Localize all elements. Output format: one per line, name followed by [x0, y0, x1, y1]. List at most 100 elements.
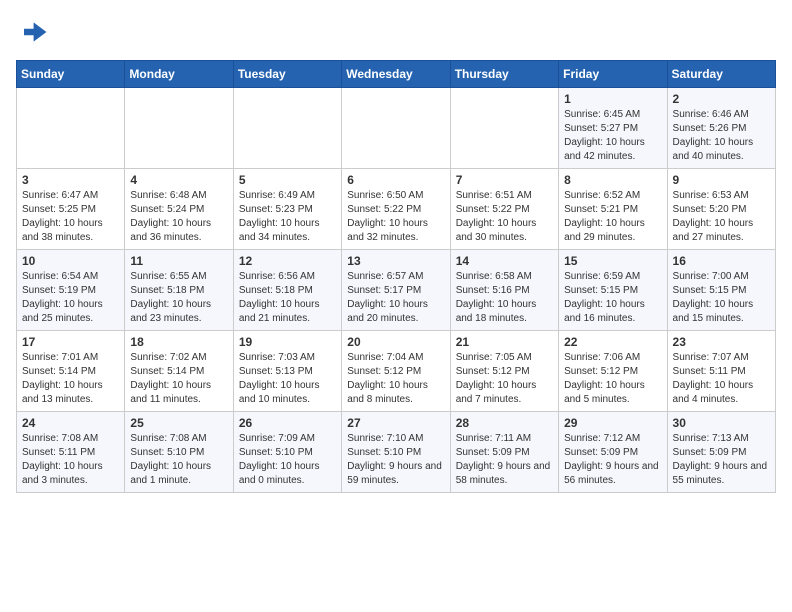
calendar-cell: 15 Sunrise: 6:59 AM Sunset: 5:15 PM Dayli…	[559, 250, 667, 331]
calendar-cell: 29 Sunrise: 7:12 AM Sunset: 5:09 PM Dayli…	[559, 412, 667, 493]
calendar-cell: 17 Sunrise: 7:01 AM Sunset: 5:14 PM Dayli…	[17, 331, 125, 412]
calendar-cell: 5 Sunrise: 6:49 AM Sunset: 5:23 PM Daylig…	[233, 169, 341, 250]
day-number: 29	[564, 416, 661, 430]
calendar-cell	[450, 88, 558, 169]
day-header-tuesday: Tuesday	[233, 61, 341, 88]
day-number: 21	[456, 335, 553, 349]
cell-content: Sunrise: 6:53 AM Sunset: 5:20 PM Dayligh…	[673, 189, 770, 245]
calendar-table: SundayMondayTuesdayWednesdayThursdayFrid…	[16, 60, 776, 493]
cell-content: Sunrise: 6:49 AM Sunset: 5:23 PM Dayligh…	[239, 189, 336, 245]
cell-content: Sunrise: 7:01 AM Sunset: 5:14 PM Dayligh…	[22, 351, 119, 407]
calendar-cell: 23 Sunrise: 7:07 AM Sunset: 5:11 PM Dayli…	[667, 331, 775, 412]
calendar-cell: 2 Sunrise: 6:46 AM Sunset: 5:26 PM Daylig…	[667, 88, 775, 169]
calendar-week-5: 24 Sunrise: 7:08 AM Sunset: 5:11 PM Dayli…	[17, 412, 776, 493]
day-number: 18	[130, 335, 227, 349]
calendar-cell: 9 Sunrise: 6:53 AM Sunset: 5:20 PM Daylig…	[667, 169, 775, 250]
day-number: 16	[673, 254, 770, 268]
page-header	[16, 16, 776, 48]
cell-content: Sunrise: 7:05 AM Sunset: 5:12 PM Dayligh…	[456, 351, 553, 407]
calendar-cell: 30Sunrise: 7:13 AM Sunset: 5:09 PM Dayli…	[667, 412, 775, 493]
day-number: 23	[673, 335, 770, 349]
day-header-wednesday: Wednesday	[342, 61, 450, 88]
calendar-cell: 24 Sunrise: 7:08 AM Sunset: 5:11 PM Dayli…	[17, 412, 125, 493]
calendar-cell: 21 Sunrise: 7:05 AM Sunset: 5:12 PM Dayli…	[450, 331, 558, 412]
day-number: 6	[347, 173, 444, 187]
day-number: 17	[22, 335, 119, 349]
cell-content: Sunrise: 6:56 AM Sunset: 5:18 PM Dayligh…	[239, 270, 336, 326]
header-row: SundayMondayTuesdayWednesdayThursdayFrid…	[17, 61, 776, 88]
cell-content: Sunrise: 6:50 AM Sunset: 5:22 PM Dayligh…	[347, 189, 444, 245]
cell-content: Sunrise: 6:46 AM Sunset: 5:26 PM Dayligh…	[673, 108, 770, 164]
cell-content: Sunrise: 6:55 AM Sunset: 5:18 PM Dayligh…	[130, 270, 227, 326]
calendar-week-1: 1 Sunrise: 6:45 AM Sunset: 5:27 PM Daylig…	[17, 88, 776, 169]
day-number: 28	[456, 416, 553, 430]
day-header-monday: Monday	[125, 61, 233, 88]
cell-content: Sunrise: 6:47 AM Sunset: 5:25 PM Dayligh…	[22, 189, 119, 245]
cell-content: Sunrise: 7:06 AM Sunset: 5:12 PM Dayligh…	[564, 351, 661, 407]
day-header-friday: Friday	[559, 61, 667, 88]
cell-content: Sunrise: 7:10 AM Sunset: 5:10 PM Dayligh…	[347, 432, 444, 488]
cell-content: Sunrise: 7:09 AM Sunset: 5:10 PM Dayligh…	[239, 432, 336, 488]
day-number: 2	[673, 92, 770, 106]
calendar-cell: 13 Sunrise: 6:57 AM Sunset: 5:17 PM Dayli…	[342, 250, 450, 331]
day-number: 5	[239, 173, 336, 187]
calendar-cell: 28 Sunrise: 7:11 AM Sunset: 5:09 PM Dayli…	[450, 412, 558, 493]
cell-content: Sunrise: 7:12 AM Sunset: 5:09 PM Dayligh…	[564, 432, 661, 488]
day-number: 22	[564, 335, 661, 349]
calendar-cell: 1 Sunrise: 6:45 AM Sunset: 5:27 PM Daylig…	[559, 88, 667, 169]
calendar-cell: 12 Sunrise: 6:56 AM Sunset: 5:18 PM Dayli…	[233, 250, 341, 331]
day-number: 13	[347, 254, 444, 268]
cell-content: Sunrise: 7:08 AM Sunset: 5:10 PM Dayligh…	[130, 432, 227, 488]
logo	[16, 16, 52, 48]
calendar-cell: 11 Sunrise: 6:55 AM Sunset: 5:18 PM Dayli…	[125, 250, 233, 331]
cell-content: Sunrise: 6:54 AM Sunset: 5:19 PM Dayligh…	[22, 270, 119, 326]
day-number: 11	[130, 254, 227, 268]
day-number: 26	[239, 416, 336, 430]
day-number: 8	[564, 173, 661, 187]
cell-content: Sunrise: 6:59 AM Sunset: 5:15 PM Dayligh…	[564, 270, 661, 326]
cell-content: Sunrise: 6:57 AM Sunset: 5:17 PM Dayligh…	[347, 270, 444, 326]
calendar-cell: 4 Sunrise: 6:48 AM Sunset: 5:24 PM Daylig…	[125, 169, 233, 250]
calendar-cell: 14 Sunrise: 6:58 AM Sunset: 5:16 PM Dayli…	[450, 250, 558, 331]
day-number: 1	[564, 92, 661, 106]
calendar-cell: 22 Sunrise: 7:06 AM Sunset: 5:12 PM Dayli…	[559, 331, 667, 412]
day-number: 24	[22, 416, 119, 430]
day-number: 27	[347, 416, 444, 430]
calendar-cell: 19 Sunrise: 7:03 AM Sunset: 5:13 PM Dayli…	[233, 331, 341, 412]
calendar-week-2: 3 Sunrise: 6:47 AM Sunset: 5:25 PM Daylig…	[17, 169, 776, 250]
day-number: 7	[456, 173, 553, 187]
cell-content: Sunrise: 7:02 AM Sunset: 5:14 PM Dayligh…	[130, 351, 227, 407]
cell-content: Sunrise: 6:51 AM Sunset: 5:22 PM Dayligh…	[456, 189, 553, 245]
calendar-cell: 7 Sunrise: 6:51 AM Sunset: 5:22 PM Daylig…	[450, 169, 558, 250]
day-number: 14	[456, 254, 553, 268]
day-header-saturday: Saturday	[667, 61, 775, 88]
day-number: 12	[239, 254, 336, 268]
calendar-cell: 10 Sunrise: 6:54 AM Sunset: 5:19 PM Dayli…	[17, 250, 125, 331]
day-number: 19	[239, 335, 336, 349]
cell-content: Sunrise: 6:45 AM Sunset: 5:27 PM Dayligh…	[564, 108, 661, 164]
cell-content: Sunrise: 7:04 AM Sunset: 5:12 PM Dayligh…	[347, 351, 444, 407]
cell-content: Sunrise: 6:48 AM Sunset: 5:24 PM Dayligh…	[130, 189, 227, 245]
cell-content: Sunrise: 7:07 AM Sunset: 5:11 PM Dayligh…	[673, 351, 770, 407]
cell-content: Sunrise: 6:58 AM Sunset: 5:16 PM Dayligh…	[456, 270, 553, 326]
logo-icon	[16, 16, 48, 48]
cell-content: Sunrise: 7:03 AM Sunset: 5:13 PM Dayligh…	[239, 351, 336, 407]
calendar-cell: 25Sunrise: 7:08 AM Sunset: 5:10 PM Dayli…	[125, 412, 233, 493]
calendar-cell: 8Sunrise: 6:52 AM Sunset: 5:21 PM Daylig…	[559, 169, 667, 250]
day-number: 9	[673, 173, 770, 187]
day-header-sunday: Sunday	[17, 61, 125, 88]
day-number: 3	[22, 173, 119, 187]
day-number: 15	[564, 254, 661, 268]
calendar-cell: 3 Sunrise: 6:47 AM Sunset: 5:25 PM Daylig…	[17, 169, 125, 250]
calendar-week-4: 17 Sunrise: 7:01 AM Sunset: 5:14 PM Dayli…	[17, 331, 776, 412]
calendar-cell	[342, 88, 450, 169]
cell-content: Sunrise: 7:11 AM Sunset: 5:09 PM Dayligh…	[456, 432, 553, 488]
day-number: 4	[130, 173, 227, 187]
calendar-cell: 18 Sunrise: 7:02 AM Sunset: 5:14 PM Dayli…	[125, 331, 233, 412]
calendar-cell: 26 Sunrise: 7:09 AM Sunset: 5:10 PM Dayli…	[233, 412, 341, 493]
day-number: 10	[22, 254, 119, 268]
day-number: 30	[673, 416, 770, 430]
calendar-cell: 27 Sunrise: 7:10 AM Sunset: 5:10 PM Dayli…	[342, 412, 450, 493]
cell-content: Sunrise: 7:08 AM Sunset: 5:11 PM Dayligh…	[22, 432, 119, 488]
calendar-week-3: 10 Sunrise: 6:54 AM Sunset: 5:19 PM Dayli…	[17, 250, 776, 331]
